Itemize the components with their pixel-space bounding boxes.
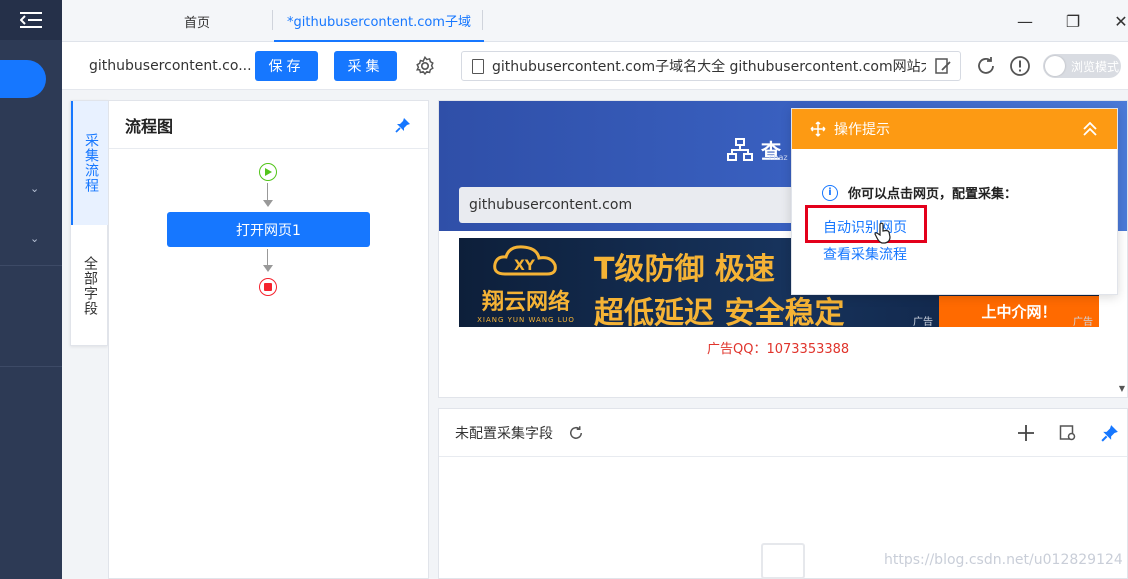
toggle-knob	[1045, 56, 1065, 76]
flow-start-icon[interactable]	[259, 163, 277, 181]
scroll-down-arrow[interactable]: ▼	[1119, 384, 1125, 393]
tab-all-fields[interactable]: 全部字段	[71, 225, 109, 347]
tab-task[interactable]: *githubusercontent.com子域	[274, 0, 484, 42]
tab-label: 首页	[183, 15, 210, 31]
tip-header[interactable]: 操作提示	[792, 109, 1117, 149]
title-bar: 首页 *githubusercontent.com子域 — ❐ ✕	[62, 0, 1128, 42]
flow-connector	[267, 183, 268, 201]
edit-url-icon[interactable]	[934, 57, 952, 75]
flow-end-icon[interactable]	[259, 278, 277, 296]
flow-connector	[267, 249, 268, 266]
browse-mode-toggle[interactable]: 浏览模式	[1043, 54, 1121, 78]
tip-title: 操作提示	[834, 122, 890, 138]
url-text: githubusercontent.com子域名大全 githubusercon…	[492, 59, 926, 75]
cloud-logo-icon: XY	[493, 245, 557, 276]
side-tab-strip: 采集流程 全部字段	[70, 100, 109, 347]
close-icon: ✕	[1114, 11, 1128, 31]
sitemap-icon	[727, 137, 753, 161]
flowchart-title: 流程图	[125, 116, 174, 136]
fields-title: 未配置采集字段	[455, 425, 553, 442]
hand-cursor-icon	[874, 222, 891, 244]
collapse-up-icon[interactable]	[1081, 120, 1099, 138]
refresh-icon[interactable]	[974, 54, 998, 78]
nav-divider	[0, 366, 62, 367]
minimize-icon: —	[1017, 11, 1033, 31]
toolbar: githubusercontent.co... 保存 采集 githubuser…	[62, 42, 1128, 90]
field-settings-icon[interactable]	[1059, 424, 1077, 442]
auto-detect-link[interactable]: 自动识别网页	[823, 217, 907, 237]
tab-divider	[482, 10, 483, 30]
flowchart-header: 流程图	[109, 101, 428, 149]
tab-home[interactable]: 首页	[122, 0, 272, 42]
move-icon[interactable]	[810, 121, 826, 137]
chevron-down-icon[interactable]: ⌄	[30, 232, 39, 245]
ad-qq-contact[interactable]: 广告QQ：1073353388	[707, 338, 849, 357]
nav-divider	[0, 265, 62, 266]
flow-node-open-page[interactable]: 打开网页1	[167, 212, 370, 247]
collect-button[interactable]: 采集	[334, 51, 397, 81]
ad-mark: 广告	[1073, 317, 1093, 327]
tab-collect-flow[interactable]: 采集流程	[71, 101, 109, 225]
info-circle-icon: i	[822, 184, 838, 201]
close-button[interactable]: ✕	[1108, 8, 1128, 34]
ad-mark: 广告	[913, 317, 933, 327]
empty-state-icon	[761, 543, 805, 579]
flowchart-panel: 流程图 打开网页1	[108, 100, 429, 579]
gear-icon[interactable]	[414, 55, 436, 77]
tip-info-line: i 你可以点击网页，配置采集：	[822, 183, 1017, 202]
operation-tip-popup: 操作提示 i 你可以点击网页，配置采集： 自动识别网页 查看采集流程	[791, 108, 1118, 295]
ad-headline-1: T级防御 极速	[594, 252, 775, 287]
nav-active-item[interactable]	[0, 60, 46, 98]
watermark: https://blog.csdn.net/u012829124	[884, 552, 1123, 568]
ad-brand-name: 翔云网络	[481, 290, 570, 315]
maximize-button[interactable]: ❐	[1060, 8, 1086, 34]
save-button[interactable]: 保存	[255, 51, 318, 81]
maximize-icon: ❐	[1065, 11, 1081, 31]
minimize-button[interactable]: —	[1012, 8, 1038, 34]
left-nav-rail: ⌄ ⌄	[0, 0, 62, 579]
fields-header: 未配置采集字段	[439, 409, 1127, 457]
flow-arrow	[263, 200, 273, 207]
site-logo-sub: chaz	[769, 153, 788, 162]
tip-info-text: 你可以点击网页，配置采集：	[848, 187, 1018, 202]
site-search-input[interactable]: githubusercontent.com	[459, 187, 799, 223]
browse-mode-label: 浏览模式	[1071, 59, 1120, 74]
task-name[interactable]: githubusercontent.co...	[89, 58, 252, 74]
app-window: ⌄ ⌄ 首页 *githubusercontent.com子域 — ❐ ✕ gi…	[0, 0, 1128, 579]
menu-toggle-button[interactable]	[0, 0, 62, 40]
page-icon	[472, 58, 484, 74]
info-icon[interactable]	[1008, 54, 1032, 78]
flow-arrow	[263, 265, 273, 272]
pin-icon[interactable]	[1101, 424, 1119, 442]
menu-collapse-icon	[20, 12, 42, 28]
pin-icon[interactable]	[395, 117, 411, 133]
ad-brand-mark: XY	[514, 258, 536, 274]
url-bar[interactable]: githubusercontent.com子域名大全 githubusercon…	[461, 51, 961, 81]
refresh-icon[interactable]	[567, 424, 585, 442]
tab-label: *githubusercontent.com子域	[287, 14, 471, 30]
view-flow-link[interactable]: 查看采集流程	[823, 244, 907, 264]
chevron-down-icon[interactable]: ⌄	[30, 182, 39, 195]
ad-brand: XY 翔云网络 XIANG YUN WANG LUO	[471, 244, 581, 324]
add-icon[interactable]	[1017, 424, 1035, 442]
ad-brand-pinyin: XIANG YUN WANG LUO	[477, 316, 575, 324]
tab-divider	[272, 10, 273, 30]
